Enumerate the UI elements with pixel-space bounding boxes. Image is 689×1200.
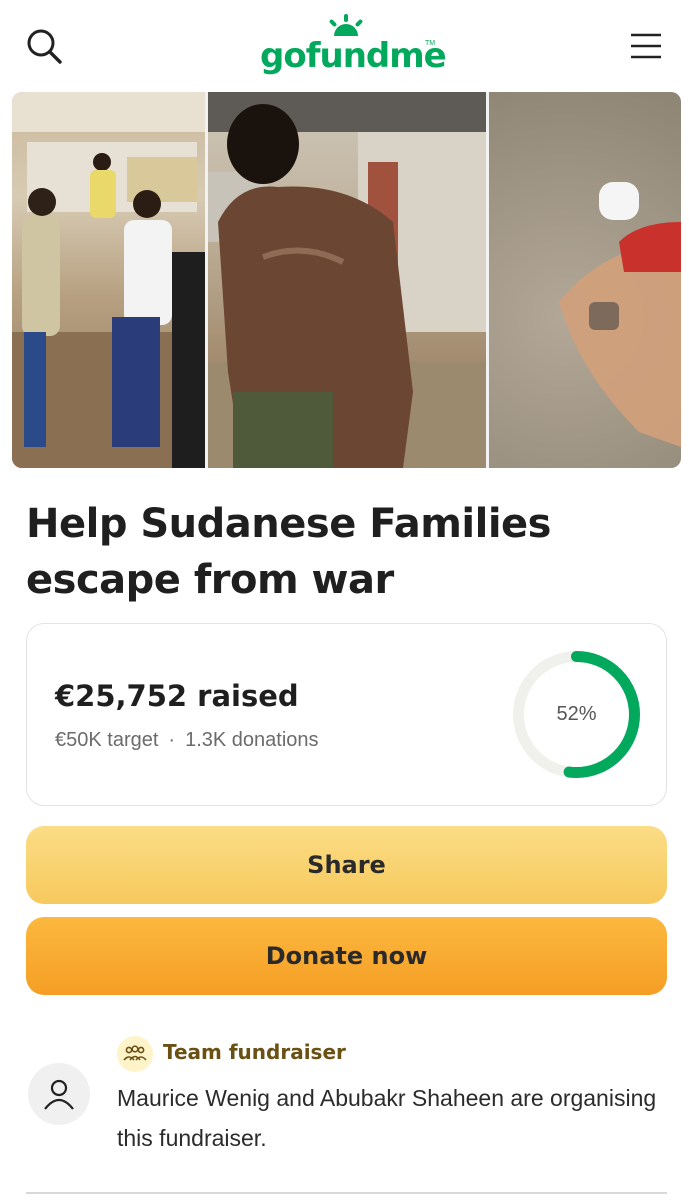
gofundme-logo[interactable]: gofundme TM <box>260 14 447 78</box>
donate-now-button[interactable]: Donate now <box>26 917 667 995</box>
share-button[interactable]: Share <box>26 826 667 904</box>
hamburger-menu-icon[interactable] <box>628 28 664 64</box>
search-icon[interactable] <box>24 26 64 66</box>
progress-meta: €50K target · 1.3K donations <box>55 729 319 752</box>
team-fundraiser-label: Team fundraiser <box>163 1040 346 1064</box>
campaign-photo-collage[interactable] <box>12 92 681 468</box>
photo-person-on-ground <box>489 92 681 468</box>
logo-wordmark: gofundme <box>260 36 447 76</box>
progress-percent: 52% <box>556 703 597 725</box>
user-avatar-icon[interactable] <box>28 1063 90 1125</box>
sunrise-logo-mark-icon <box>329 14 363 36</box>
section-divider <box>26 1192 667 1194</box>
amount-raised: €25,752 raised <box>55 679 299 713</box>
donation-count: 1.3K donations <box>185 729 319 751</box>
top-header: gofundme TM <box>0 0 689 90</box>
team-people-icon <box>117 1036 153 1072</box>
campaign-title: Help Sudanese Families escape from war <box>26 501 551 603</box>
logo-trademark: TM <box>425 40 436 47</box>
meta-separator: · <box>168 729 176 751</box>
organiser-description: Maurice Wenig and Abubakr Shaheen are or… <box>117 1085 657 1151</box>
progress-card: €25,752 raised €50K target · 1.3K donation… <box>26 623 667 806</box>
target-amount: €50K target <box>55 729 159 751</box>
photo-people-gathered <box>12 92 205 468</box>
photo-injured-back <box>208 92 486 468</box>
